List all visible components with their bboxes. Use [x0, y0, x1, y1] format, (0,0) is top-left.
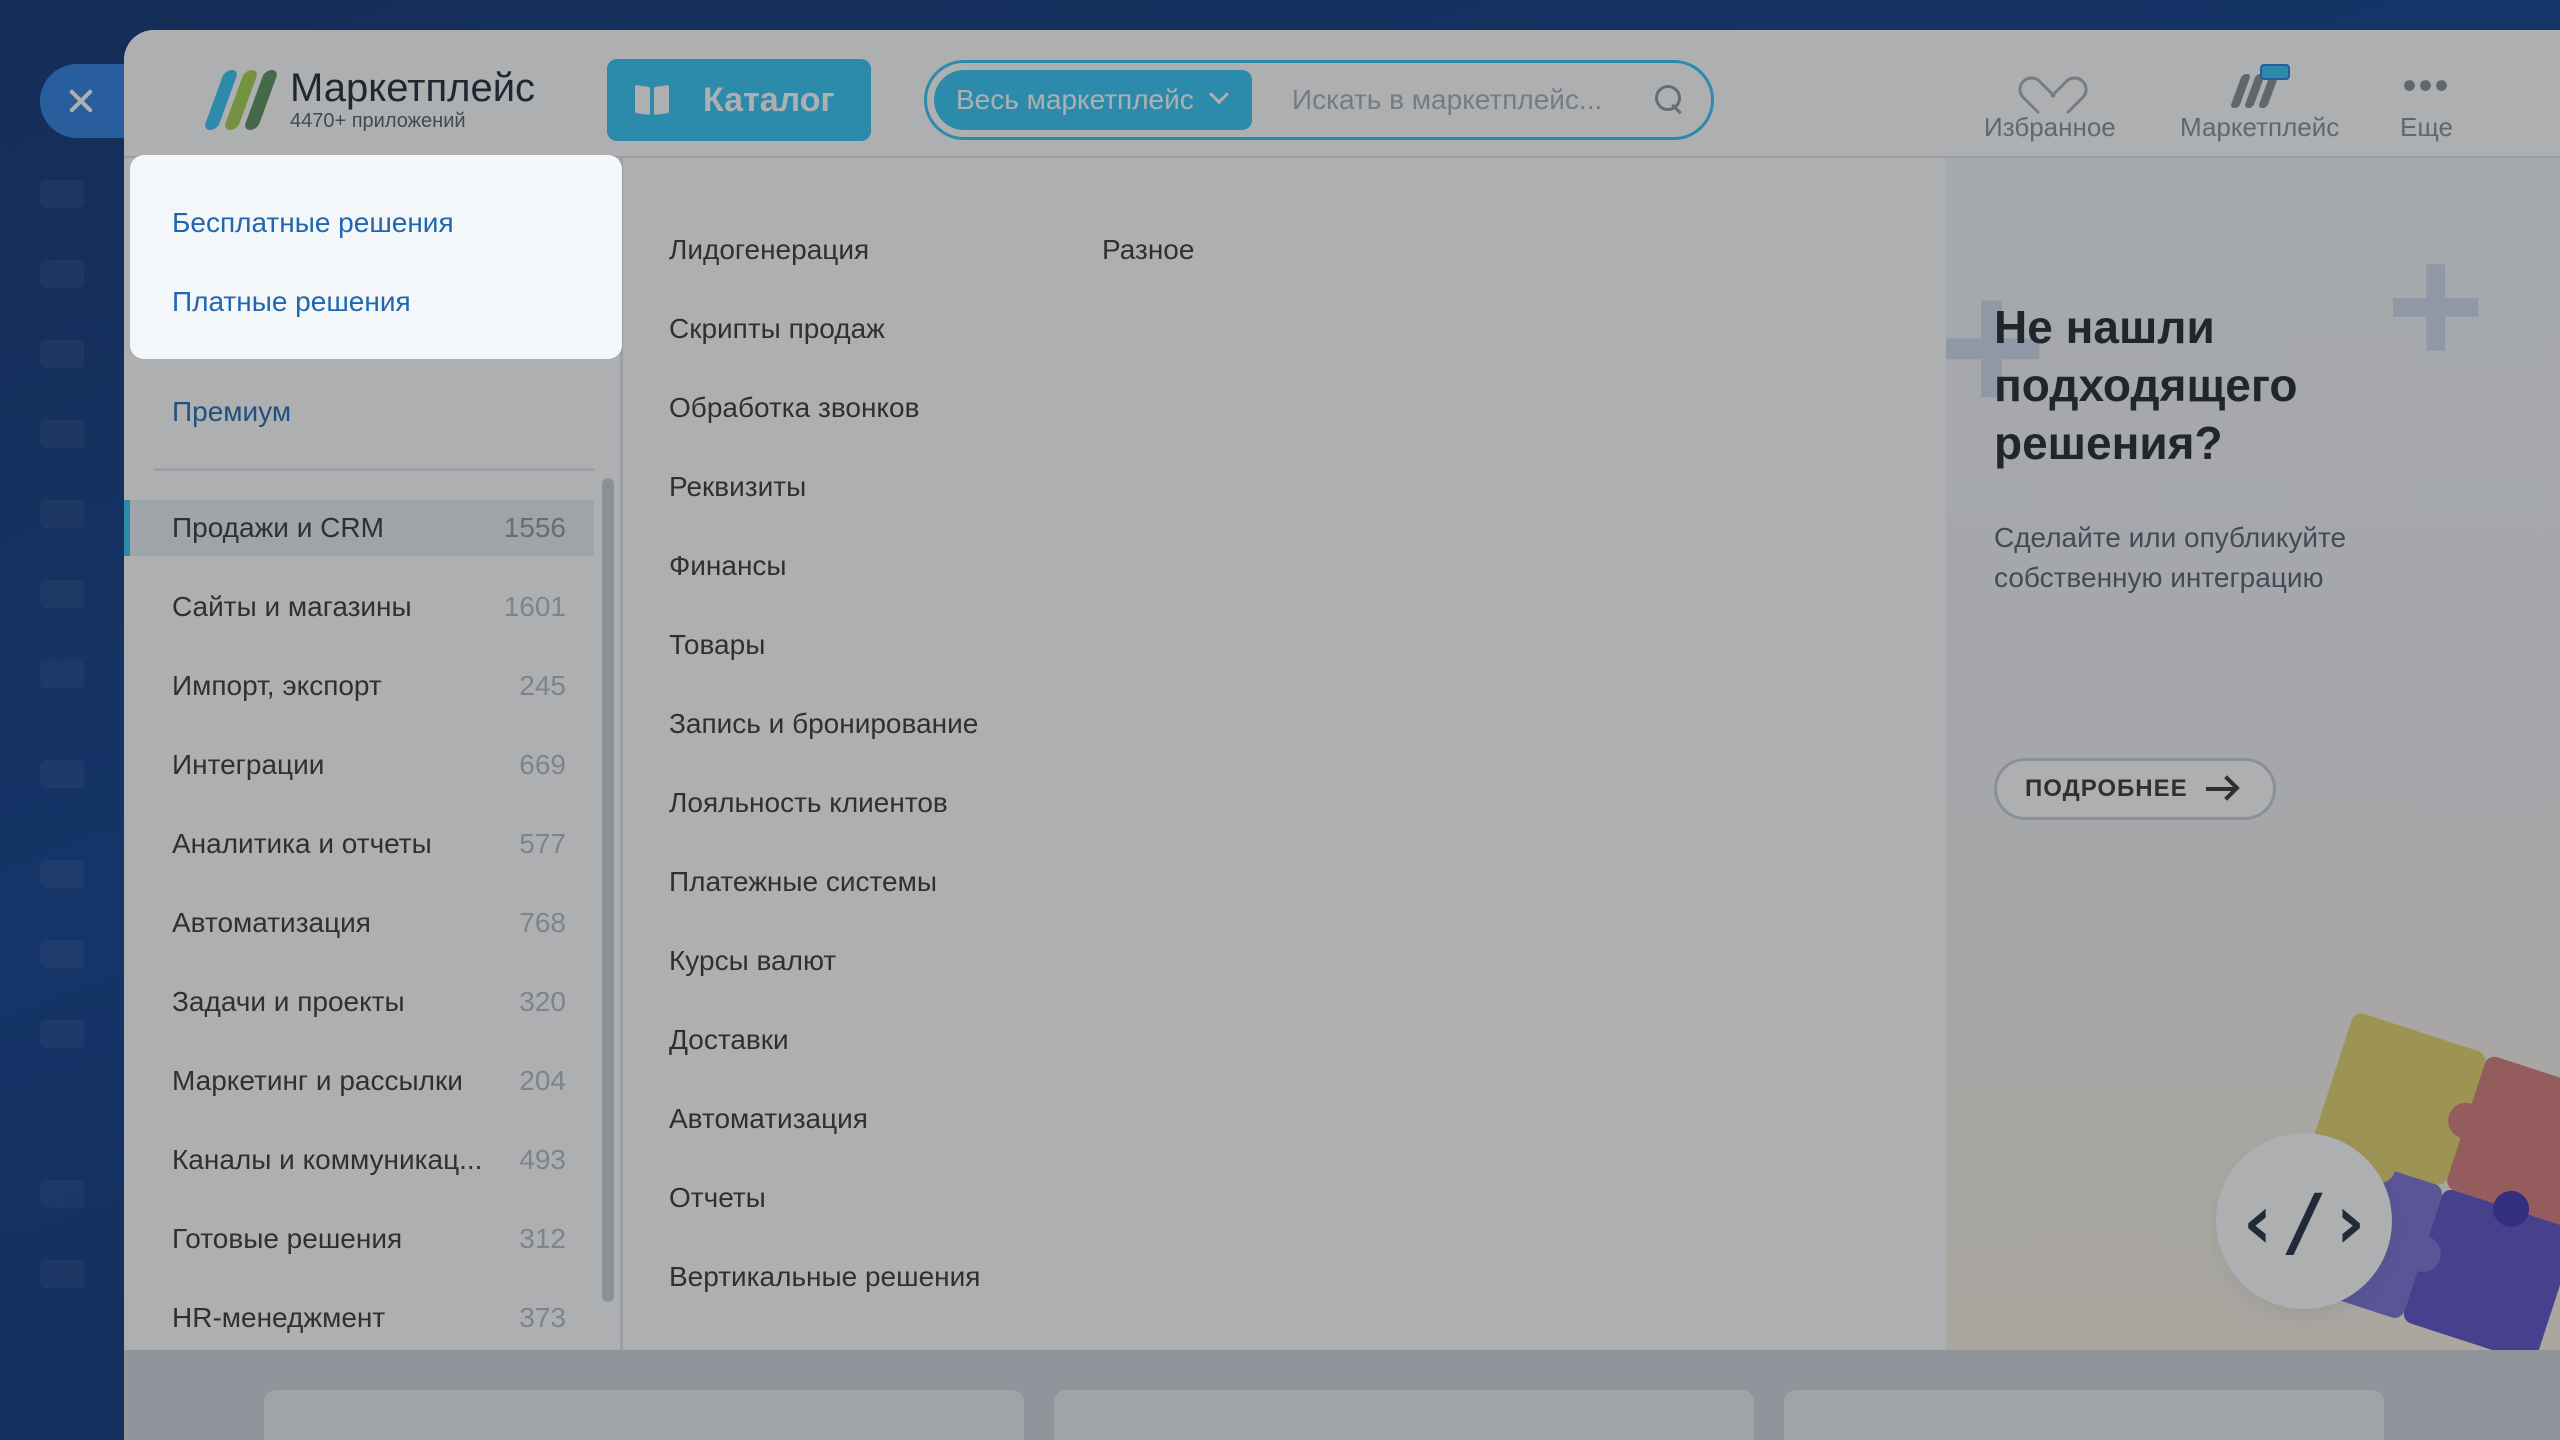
- divider: [154, 468, 594, 471]
- category-count: 1556: [503, 512, 566, 543]
- category-item-integrations[interactable]: Интеграции 669: [124, 737, 594, 793]
- category-item-sites-shops[interactable]: Сайты и магазины 1601: [124, 579, 594, 635]
- subcategory-item[interactable]: Скрипты продаж: [669, 313, 885, 345]
- subcategory-item[interactable]: Доставки: [669, 1024, 789, 1056]
- category-count: 1601: [503, 591, 566, 622]
- chevron-down-icon: [1208, 84, 1229, 105]
- search-bar: Весь маркетплейс Искать в маркетплейс...: [924, 60, 1714, 140]
- header: Маркетплейс 4470+ приложений Каталог Вес…: [124, 30, 2560, 158]
- sidebar-scrollbar[interactable]: [602, 478, 614, 1302]
- heart-icon: [2030, 68, 2070, 104]
- more-dots-icon: •••: [2402, 64, 2451, 108]
- catalog-label: Каталог: [703, 80, 835, 119]
- catalog-button[interactable]: Каталог: [599, 51, 879, 149]
- search-scope-dropdown[interactable]: Весь маркетплейс: [934, 70, 1252, 130]
- subcategory-item[interactable]: Вертикальные решения: [669, 1261, 980, 1293]
- category-label: Автоматизация: [172, 907, 371, 938]
- book-icon: [635, 86, 669, 114]
- category-item-import-export[interactable]: Импорт, экспорт 245: [124, 658, 594, 714]
- subcategory-item[interactable]: Обработка звонков: [669, 392, 919, 424]
- subcategory-item[interactable]: Разное: [1102, 234, 1194, 266]
- price-filter-popup: Бесплатные решения Платные решения: [130, 155, 622, 359]
- subcategory-panel: Лидогенерация Скрипты продаж Обработка з…: [624, 158, 1946, 1380]
- category-count: 577: [519, 828, 566, 859]
- subcategory-item[interactable]: Автоматизация: [669, 1103, 868, 1135]
- category-item-analytics[interactable]: Аналитика и отчеты 577: [124, 816, 594, 872]
- more-details-label: ПОДРОБНЕЕ: [2025, 775, 2188, 802]
- category-item-automation[interactable]: Автоматизация 768: [124, 895, 594, 951]
- search-scope-label: Весь маркетплейс: [956, 84, 1194, 115]
- category-label: Маркетинг и рассылки: [172, 1065, 463, 1096]
- subcategory-item[interactable]: Лидогенерация: [669, 234, 869, 266]
- search-input[interactable]: Искать в маркетплейс...: [1252, 84, 1655, 116]
- logo[interactable]: Маркетплейс 4470+ приложений: [203, 66, 536, 132]
- category-label: Интеграции: [172, 749, 325, 780]
- promo-text: Сделайте или опубликуйте собственную инт…: [1994, 522, 2347, 593]
- portal-left-nav: [0, 0, 124, 1440]
- promo-banner: + + Не нашли подходящего решения? Сделай…: [1946, 158, 2560, 1380]
- subcategory-item[interactable]: Товары: [669, 629, 765, 661]
- promo-title: Не нашли подходящего решения?: [1994, 301, 2298, 469]
- filter-premium[interactable]: Премиум: [172, 396, 291, 428]
- subcategory-item[interactable]: Запись и бронирование: [669, 708, 978, 740]
- logo-icon: [203, 70, 279, 130]
- favorites-button[interactable]: Избранное: [1984, 66, 2116, 143]
- subcategory-item[interactable]: Финансы: [669, 550, 787, 582]
- marketplace-button[interactable]: Маркетплейс: [2180, 64, 2340, 143]
- category-label: Каналы и коммуникац...: [172, 1144, 483, 1175]
- category-count: 245: [519, 670, 566, 701]
- favorites-label: Избранное: [1984, 112, 2116, 142]
- subcategory-item[interactable]: Курсы валют: [669, 945, 836, 977]
- category-item-hr[interactable]: HR-менеджмент 373: [124, 1290, 594, 1346]
- search-icon[interactable]: [1655, 85, 1685, 115]
- category-label: Импорт, экспорт: [172, 670, 382, 701]
- category-count: 312: [519, 1223, 566, 1254]
- category-count: 493: [519, 1144, 566, 1175]
- category-count: 768: [519, 907, 566, 938]
- category-label: Аналитика и отчеты: [172, 828, 432, 859]
- marketplace-icon: [2229, 64, 2290, 108]
- category-label: Готовые решения: [172, 1223, 403, 1254]
- category-label: Продажи и CRM: [172, 512, 384, 543]
- category-item-tasks-projects[interactable]: Задачи и проекты 320: [124, 974, 594, 1030]
- category-count: 204: [519, 1065, 566, 1096]
- subcategory-item[interactable]: Лояльность клиентов: [669, 787, 948, 819]
- category-item-channels[interactable]: Каналы и коммуникац... 493: [124, 1132, 594, 1188]
- arrow-right-icon: [2205, 787, 2236, 791]
- category-item-marketing[interactable]: Маркетинг и рассылки 204: [124, 1053, 594, 1109]
- category-count: 373: [519, 1302, 566, 1333]
- category-item-sales-crm[interactable]: Продажи и CRM 1556: [124, 500, 594, 556]
- code-icon: ‹/›: [2216, 1133, 2392, 1309]
- category-label: HR-менеджмент: [172, 1302, 386, 1333]
- logo-title: Маркетплейс: [290, 66, 536, 110]
- category-label: Задачи и проекты: [172, 986, 405, 1017]
- category-label: Сайты и магазины: [172, 591, 412, 622]
- more-label: Еще: [2400, 112, 2453, 142]
- page-content-behind: [124, 1350, 2560, 1440]
- category-item-ready-solutions[interactable]: Готовые решения 312: [124, 1211, 594, 1267]
- category-count: 320: [519, 986, 566, 1017]
- subcategory-item[interactable]: Платежные системы: [669, 866, 937, 898]
- more-details-button[interactable]: ПОДРОБНЕЕ: [1994, 758, 2276, 820]
- close-icon: [66, 86, 96, 116]
- marketplace-label: Маркетплейс: [2180, 112, 2340, 142]
- filter-free[interactable]: Бесплатные решения: [172, 207, 454, 239]
- filter-paid[interactable]: Платные решения: [172, 286, 411, 318]
- subcategory-item[interactable]: Реквизиты: [669, 471, 806, 503]
- subcategory-item[interactable]: Отчеты: [669, 1182, 766, 1214]
- more-button[interactable]: ••• Еще: [2400, 66, 2453, 143]
- category-count: 669: [519, 749, 566, 780]
- logo-subtitle: 4470+ приложений: [290, 110, 466, 132]
